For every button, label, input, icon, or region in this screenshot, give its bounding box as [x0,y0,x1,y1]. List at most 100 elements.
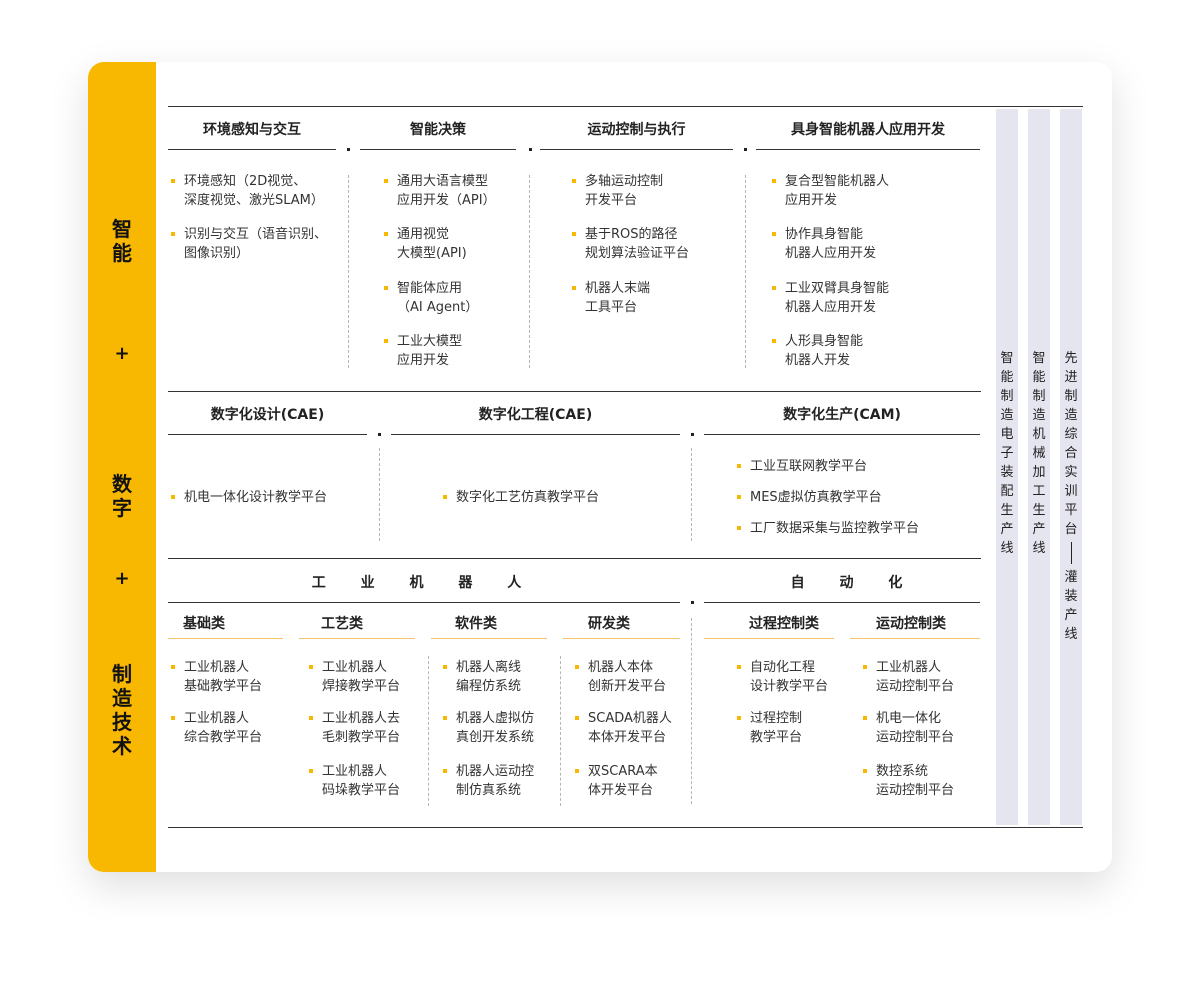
list-item: 工业机器人 运动控制平台 [862,658,954,696]
item-text: 机器人开发 [785,353,851,368]
group-rule [704,602,980,603]
column-rule [540,149,733,150]
bar-label-electronics-assembly: 智能制造电子装配生产线 [996,349,1018,558]
column-title: 数字化生产(CAM) [783,407,901,423]
top-rule [168,106,1083,107]
separator-dot [691,433,694,436]
vertical-char: 能 [112,241,132,265]
item-text: 工业机器人 [322,660,388,675]
item-text: 工业互联网教学平台 [750,459,868,474]
item-text: 机电一体化 [876,711,942,726]
list-item: 工业机器人 综合教学平台 [170,709,262,747]
vertical-char: 灌 [1064,570,1078,585]
item-text: 通用大语言模型 [397,174,489,189]
column-rule [168,149,336,150]
plus-sign: + [114,568,130,589]
list-item: 机器人末端 工具平台 [571,279,650,317]
vertical-char: 训 [1064,484,1078,499]
item-text: 工业双臂具身智能 [785,281,890,296]
item-text: 人形具身智能 [785,334,864,349]
vertical-char: 生 [1032,503,1046,518]
vertical-char: 工 [1032,484,1046,499]
vertical-char: 制 [1000,389,1014,404]
item-text: 规划算法验证平台 [585,246,690,261]
vertical-char: 平 [1064,503,1078,518]
item-text: 数字化工艺仿真教学平台 [456,490,600,505]
vertical-char: 产 [1000,522,1014,537]
group-title-robotics: 工 业 机 器 人 [311,575,525,591]
list-item: 工业机器人 基础教学平台 [170,658,262,696]
column-divider [560,656,561,806]
column-rule [360,149,516,150]
vertical-char: 进 [1064,370,1078,385]
list-item: 通用视觉 大模型(API) [383,225,467,263]
vertical-char: 智 [1032,351,1046,366]
item-text: 焊接教学平台 [322,679,401,694]
vertical-char: 线 [1000,541,1014,556]
list-item: 双SCARA本 体开发平台 [574,762,658,800]
item-text: 体开发平台 [588,783,654,798]
item-text: SCADA机器人 [588,711,672,726]
item-text: （AI Agent） [397,300,479,315]
item-text: 工业机器人 [876,660,942,675]
bar-label-machining: 智能制造机械加工生产线 [1028,349,1050,558]
group-rule [168,602,680,603]
list-item: 复合型智能机器人 应用开发 [771,172,889,210]
column-divider [428,656,429,806]
item-text: 工厂数据采集与监控教学平台 [750,521,920,536]
list-item: 机电一体化 运动控制平台 [862,709,954,747]
category-rule [704,638,834,639]
column-divider [529,175,530,368]
category-rule [431,638,547,639]
category-title: 运动控制类 [876,616,946,632]
list-item: 工业机器人去 毛刺教学平台 [308,709,400,747]
group-title-automation: 自 动 化 [790,575,906,591]
vertical-char: 制 [1032,389,1046,404]
column-title: 数字化设计(CAE) [210,407,325,423]
section-divider [168,391,981,392]
item-text: 机器人末端 [585,281,651,296]
vertical-char: 综 [1064,427,1078,442]
item-text: 机器人虚拟仿 [456,711,535,726]
list-item: MES虚拟仿真教学平台 [736,488,882,507]
item-text: 自动化工程 [750,660,816,675]
vertical-char: 配 [1000,484,1014,499]
vertical-char: 台 [1064,522,1078,537]
label-intelligence: 智能 [88,217,156,265]
vertical-char: 生 [1000,503,1014,518]
category-title: 工艺类 [321,616,363,632]
list-item: 机器人离线 编程仿系统 [442,658,521,696]
item-text: 毛刺教学平台 [322,730,401,745]
separator-dot [378,433,381,436]
item-text: 数控系统 [876,764,929,779]
column-rule [704,434,980,435]
item-text: 工业机器人去 [322,711,401,726]
category-rule [299,638,415,639]
item-text: 编程仿系统 [456,679,522,694]
vertical-char: 造 [112,686,132,710]
vertical-char: 造 [1032,408,1046,423]
vertical-char: 械 [1032,446,1046,461]
vertical-char: 先 [1064,351,1078,366]
label-digital: 数字 [88,472,156,520]
vertical-char: 产 [1064,608,1078,623]
section-divider [168,558,981,559]
list-item: 工厂数据采集与监控教学平台 [736,519,919,538]
item-text: 码垛教学平台 [322,783,401,798]
vertical-char: 合 [1064,446,1078,461]
list-item: 协作具身智能 机器人应用开发 [771,225,876,263]
column-title: 数字化工程(CAE) [478,407,593,423]
left-category-bar: 智能 + 数字 + 制造技术 [88,62,156,872]
column-title: 智能决策 [410,122,466,138]
list-item: 识别与交互（语音识别、 图像识别） [170,225,327,263]
item-text: 机器人应用开发 [785,300,877,315]
item-text: 开发平台 [585,193,638,208]
item-text: 机器人本体 [588,660,654,675]
list-item: 机电一体化设计教学平台 [170,488,327,507]
item-text: 设计教学平台 [750,679,829,694]
item-text: 应用开发 [397,353,450,368]
list-item: 数字化工艺仿真教学平台 [442,488,599,507]
list-item: 机器人虚拟仿 真创开发系统 [442,709,534,747]
item-text: 机器人运动控 [456,764,535,779]
vertical-char: 装 [1064,589,1078,604]
